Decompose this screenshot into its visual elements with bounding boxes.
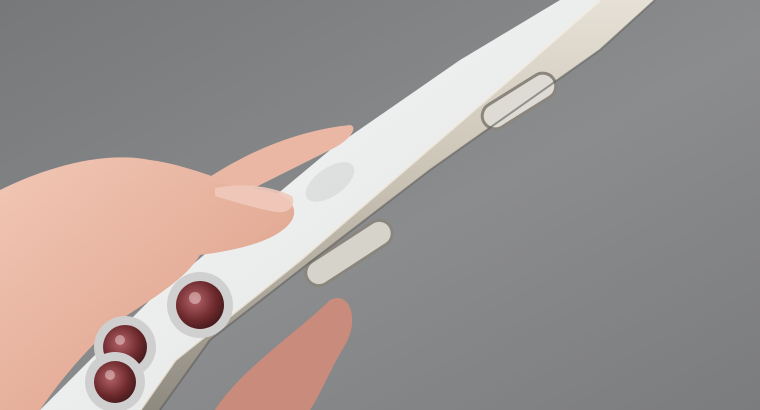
photo-scene [0, 0, 760, 410]
